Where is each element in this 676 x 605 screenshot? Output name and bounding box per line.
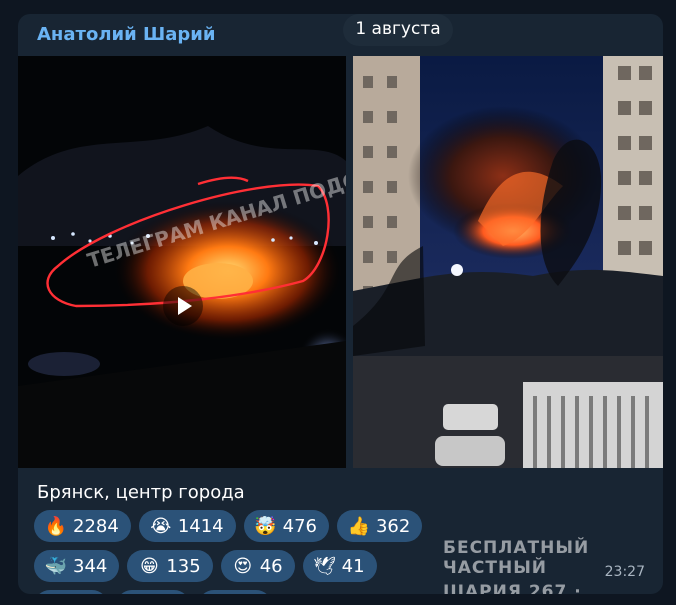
night-fire-video-frame: ТЕЛЕГРАМ КАНАЛ ПОДСЛУШАНО БРЯНСК (18, 56, 346, 468)
message-time: 23:27 (604, 564, 645, 580)
crying-face-icon: 😭 (150, 515, 172, 537)
reaction-thumbs-up[interactable]: 👍 362 (336, 510, 423, 542)
thumbs-up-icon: 👍 (347, 515, 371, 537)
reaction-whale[interactable]: 🐳 344 (34, 550, 120, 582)
exploding-head-icon: 🤯 (254, 515, 277, 537)
reaction-count: 46 (259, 555, 283, 577)
reaction-heart-eyes[interactable]: 😍 46 (220, 550, 295, 582)
reaction-cool[interactable]: 🆒 12 (197, 590, 272, 594)
play-icon[interactable] (163, 286, 203, 326)
reaction-dove[interactable]: 🕊 41 (302, 550, 377, 582)
reaction-count: 41 (341, 555, 365, 577)
reaction-exploding-head[interactable]: 🤯 476 (243, 510, 329, 542)
grinning-face-icon: 😁 (139, 555, 159, 577)
video-thumbnail[interactable]: ТЕЛЕГРАМ КАНАЛ ПОДСЛУШАНО БРЯНСК (18, 56, 346, 468)
message-card: Анатолий Шарий 1 августа Брянск, центр г… (18, 14, 663, 594)
photo-thumbnail[interactable] (353, 56, 663, 468)
reaction-count: 1414 (177, 515, 224, 537)
heart-eyes-icon: 😍 (233, 555, 253, 577)
reaction-crying[interactable]: 😭 1414 (138, 510, 236, 542)
reaction-heart[interactable]: ❤️ 36 (34, 590, 108, 594)
watermark-line-2: ШАРИЯ 267 · Sharij.net (443, 582, 582, 594)
reaction-count: 135 (166, 555, 201, 577)
date-separator: 1 августа (343, 14, 453, 46)
post-caption: Брянск, центр города (37, 482, 245, 503)
reaction-grin[interactable]: 😁 135 (127, 550, 213, 582)
author-name[interactable]: Анатолий Шарий (37, 24, 215, 45)
night-city-photo (353, 56, 663, 468)
reaction-count: 476 (282, 515, 317, 537)
reactions-bar: 🔥 2284 😭 1414 🤯 476 👍 362 🐳 344 😁 135 😍 … (34, 510, 454, 594)
fire-icon: 🔥 (44, 515, 68, 537)
dove-icon: 🕊 (313, 555, 337, 577)
reaction-trophy[interactable]: 🏆 13 (115, 590, 190, 594)
reaction-count: 344 (73, 555, 108, 577)
reaction-count: 362 (375, 515, 411, 537)
whale-icon: 🐳 (44, 555, 68, 577)
reaction-count: 2284 (73, 515, 119, 537)
reaction-fire[interactable]: 🔥 2284 (34, 510, 131, 542)
